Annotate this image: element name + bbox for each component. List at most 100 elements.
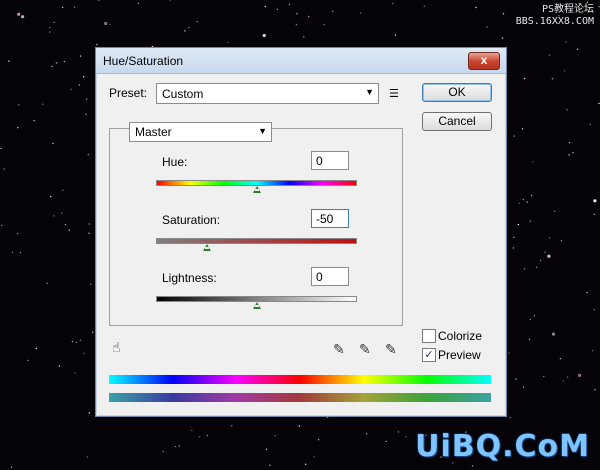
star (262, 33, 266, 38)
star (18, 104, 20, 106)
star (78, 84, 81, 86)
star (529, 318, 531, 321)
channel-select[interactable]: Master ▼ (129, 122, 272, 142)
star (21, 15, 25, 19)
star (566, 376, 569, 378)
star (551, 332, 556, 336)
star (471, 465, 474, 467)
input-color-bar (109, 375, 491, 384)
star (98, 0, 100, 2)
star (522, 386, 525, 388)
star (586, 291, 588, 294)
star (559, 358, 562, 360)
watermark-top: PS教程论坛 BBS.16XX8.COM (515, 4, 594, 27)
star (508, 352, 510, 354)
star (405, 436, 407, 438)
star (517, 223, 520, 226)
star (308, 15, 310, 18)
lightness-slider-thumb[interactable] (253, 302, 261, 309)
star (53, 215, 55, 217)
star (533, 315, 536, 317)
targeted-adjustment-icon[interactable]: ☝ (112, 339, 121, 356)
star (227, 41, 229, 44)
star (86, 456, 89, 458)
star (298, 425, 300, 427)
eyedropper-icon[interactable]: ✎ (333, 341, 345, 358)
star (296, 13, 298, 15)
star (598, 102, 600, 105)
star (394, 34, 396, 36)
star (304, 463, 307, 465)
lightness-input[interactable]: 0 (311, 267, 349, 286)
preview-label: Preview (438, 348, 481, 362)
star (55, 62, 58, 64)
star (16, 232, 19, 235)
star (73, 6, 76, 8)
star (96, 43, 98, 46)
star (58, 365, 61, 367)
star (68, 229, 70, 231)
star (274, 435, 276, 437)
preview-checkbox[interactable]: ✓ (422, 348, 436, 362)
star (49, 26, 51, 29)
star (206, 434, 209, 437)
lightness-label: Lightness: (162, 271, 217, 285)
colorize-label: Colorize (438, 329, 483, 343)
cancel-button[interactable]: Cancel (422, 112, 492, 131)
preset-options-icon[interactable]: ☰ (389, 87, 399, 100)
star (303, 36, 305, 38)
saturation-slider-thumb[interactable] (203, 244, 211, 251)
star (568, 142, 571, 144)
star (53, 21, 55, 24)
colorize-checkbox[interactable] (422, 329, 436, 343)
star (3, 168, 5, 170)
star (191, 429, 193, 432)
star (49, 31, 51, 33)
star (174, 445, 176, 448)
preset-select[interactable]: Custom ▼ (156, 83, 379, 104)
saturation-slider-track[interactable] (156, 238, 357, 244)
star (46, 282, 48, 285)
star (548, 237, 551, 239)
star (532, 161, 534, 163)
star (323, 24, 325, 26)
star (544, 251, 546, 253)
star (578, 373, 582, 377)
star (565, 41, 567, 43)
title-bar[interactable]: Hue/Saturation x (96, 48, 506, 74)
star (51, 65, 53, 68)
close-button[interactable]: x (468, 52, 500, 70)
star (264, 5, 267, 8)
star (568, 154, 570, 156)
star (198, 436, 201, 438)
star (137, 2, 140, 5)
star (593, 199, 597, 203)
star (74, 372, 76, 374)
star (359, 12, 362, 14)
star (63, 60, 66, 63)
star (265, 448, 268, 450)
star (513, 135, 515, 137)
star (548, 54, 551, 56)
star (35, 347, 38, 350)
star (162, 450, 164, 453)
star (83, 352, 85, 354)
eyedropper-subtract-icon[interactable]: ✎ (385, 341, 397, 358)
star (19, 252, 22, 254)
star (75, 341, 78, 344)
ok-button[interactable]: OK (422, 83, 492, 102)
star (501, 37, 504, 39)
hue-saturation-dialog: Hue/Saturation x Preset: Custom ▼ ☰ OK C… (95, 47, 507, 417)
star (50, 196, 52, 198)
star (79, 339, 82, 341)
hue-slider-thumb[interactable] (253, 186, 261, 193)
star (518, 202, 520, 204)
hue-input[interactable]: 0 (311, 151, 349, 170)
star (562, 380, 565, 382)
star (563, 70, 566, 72)
star (1, 224, 3, 227)
eyedropper-add-icon[interactable]: ✎ (359, 341, 371, 358)
star (385, 440, 387, 443)
saturation-input[interactable]: -50 (311, 209, 349, 228)
star (8, 60, 10, 62)
